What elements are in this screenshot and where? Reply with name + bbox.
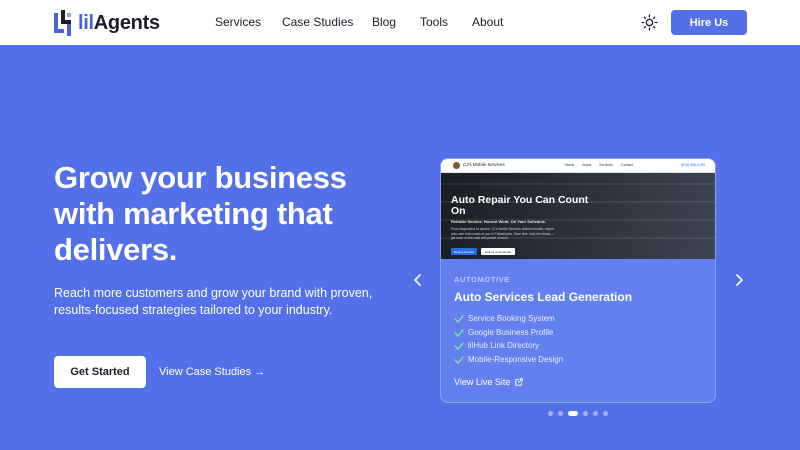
feature-label: Mobile-Responsive Design [468, 355, 564, 364]
nav-link-about[interactable]: About [472, 15, 503, 29]
feature-label: lilHub Link Directory [468, 341, 540, 350]
preview-tagline: Reliable Service. Honest Work. On Your S… [451, 219, 547, 224]
check-icon [454, 341, 464, 350]
preview-menu-item: Services [599, 163, 613, 167]
hero-title-line: Grow your business [54, 160, 347, 195]
preview-menu: Home About Services Contact [565, 163, 640, 167]
hero-title-line: with marketing that [54, 196, 333, 231]
view-live-site-link[interactable]: View Live Site [454, 377, 524, 387]
site-preview-screenshot: CJ's Mobile Services Home About Services… [441, 159, 715, 259]
carousel-dot[interactable] [603, 411, 608, 416]
feature-label: Service Booking System [468, 314, 555, 323]
nav-link-services[interactable]: Services [215, 15, 261, 29]
chevron-left-icon[interactable] [411, 273, 425, 287]
nav-link-blog[interactable]: Blog [372, 15, 396, 29]
chevron-right-icon[interactable] [732, 273, 746, 287]
carousel-dot[interactable] [593, 411, 598, 416]
preview-menu-item: Contact [620, 163, 633, 167]
hero-title: Grow your business with marketing that d… [54, 160, 394, 268]
check-icon [454, 328, 464, 337]
logo[interactable]: lilAgents [53, 9, 160, 37]
logo-text: lilAgents [78, 11, 160, 34]
hire-us-button[interactable]: Hire Us [671, 10, 747, 35]
check-icon [454, 355, 464, 364]
feature-label: Google Business Profile [468, 328, 554, 337]
preview-phone: (614) 555-0199 [681, 163, 705, 167]
hero-subtitle: Reach more customers and grow your brand… [54, 286, 373, 317]
view-live-site-label: View Live Site [454, 377, 511, 387]
carousel-dot[interactable] [583, 411, 588, 416]
case-study-card: CJ's Mobile Services Home About Services… [440, 158, 716, 403]
preview-menu-item: About [582, 163, 592, 167]
view-case-studies-link[interactable]: View Case Studies → [159, 366, 265, 378]
card-category: AUTOMOTIVE [454, 275, 510, 284]
carousel-dot[interactable] [548, 411, 553, 416]
feature-item: lilHub Link Directory [454, 341, 539, 350]
preview-site-name: CJ's Mobile Services [463, 162, 505, 167]
feature-item: Google Business Profile [454, 328, 553, 337]
get-started-button[interactable]: Get Started [54, 356, 146, 388]
preview-estimate-button: Call for an Estimate [481, 248, 515, 255]
preview-logo-icon [453, 162, 460, 169]
feature-item: Mobile-Responsive Design [454, 355, 563, 364]
preview-description: From diagnostics to repairs, CJ's Mobile… [451, 227, 555, 240]
nav-link-tools[interactable]: Tools [420, 15, 448, 29]
carousel-dot-active[interactable] [568, 411, 578, 416]
preview-menu-item: Home [565, 163, 575, 167]
external-link-icon [515, 378, 524, 386]
preview-header: CJ's Mobile Services Home About Services… [441, 159, 715, 173]
sun-icon[interactable] [641, 14, 658, 31]
hero-title-line: delivers. [54, 232, 178, 267]
carousel-dot[interactable] [558, 411, 563, 416]
check-icon [454, 314, 464, 323]
preview-headline: Auto Repair You Can Count On [451, 194, 589, 217]
preview-bg-line [441, 183, 715, 185]
logo-mark-icon [54, 10, 71, 36]
card-title: Auto Services Lead Generation [454, 290, 633, 304]
preview-book-button: Book a Service [451, 248, 477, 255]
nav-link-case-studies[interactable]: Case Studies [282, 15, 353, 29]
feature-item: Service Booking System [454, 314, 555, 323]
top-navbar: lilAgents Services Case Studies Blog Too… [0, 0, 800, 45]
preview-hero: Auto Repair You Can Count On Reliable Se… [441, 173, 715, 259]
